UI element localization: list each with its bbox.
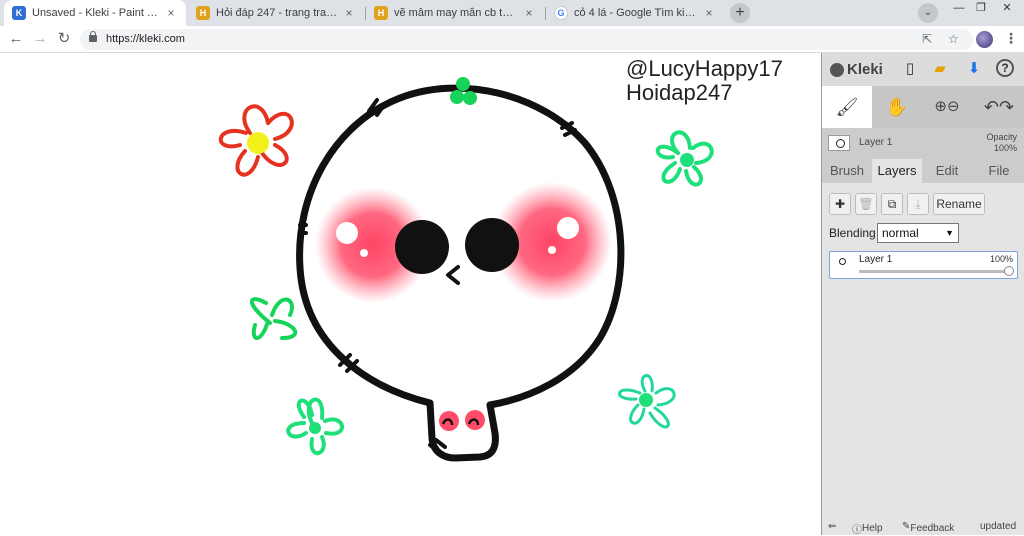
- layers-pane: ✚ 🗑 ⧉ ⤓ Rename Blending normal ▼ Layer 1…: [822, 183, 1024, 535]
- bookmark-star-icon[interactable]: ☆: [948, 32, 959, 46]
- hand-tool-icon[interactable]: ✋: [872, 86, 922, 128]
- layer-list-item[interactable]: Layer 1 100%: [829, 251, 1018, 279]
- tab-ve-mam[interactable]: H vẽ mâm may mắn cb thi ks toán ×: [366, 0, 544, 26]
- tab-brush[interactable]: Brush: [822, 159, 872, 183]
- zoom-icon[interactable]: ⊕⊖: [922, 86, 972, 128]
- opacity-readout: Opacity 100%: [986, 132, 1017, 154]
- collapse-panel-icon[interactable]: ⇐: [828, 521, 836, 532]
- blending-value: normal: [882, 226, 919, 240]
- current-layer-name: Layer 1: [859, 137, 893, 148]
- blending-label: Blending: [829, 226, 876, 240]
- lock-icon: [89, 31, 97, 42]
- kleki-icon: K: [12, 6, 26, 20]
- tab-edit[interactable]: Edit: [922, 159, 972, 183]
- rename-layer-button[interactable]: Rename: [933, 193, 985, 215]
- right-eye: [465, 218, 519, 272]
- tab-hoidap247[interactable]: H Hỏi đáp 247 - trang tra loi ×: [188, 0, 364, 26]
- cheek-highlight: [557, 217, 579, 239]
- help-label: Help: [862, 523, 883, 534]
- cheek-highlight: [548, 246, 556, 254]
- tab-title: vẽ mâm may mắn cb thi ks toán: [394, 7, 518, 19]
- profile-avatar[interactable]: [976, 31, 993, 48]
- watermark-line: Hoidap247: [626, 80, 733, 105]
- share-icon[interactable]: ⇱: [922, 32, 932, 46]
- browser-tab-strip: K Unsaved - Kleki - Paint Tool × H Hỏi đ…: [0, 0, 1024, 26]
- drawing-canvas[interactable]: @LucyHappy17 Hoidap247: [0, 53, 821, 535]
- layer-opacity-slider[interactable]: [859, 266, 1014, 276]
- red-flower-center: [247, 132, 269, 154]
- updated-label: updated: [980, 521, 1017, 532]
- tab-title: cỏ 4 lá - Google Tìm kiếm: [574, 7, 698, 19]
- feedback-label: Feedback: [910, 523, 955, 534]
- open-folder-icon[interactable]: ▰: [930, 59, 950, 79]
- layer-thumbnail: [834, 256, 850, 268]
- tab-file[interactable]: File: [974, 159, 1024, 183]
- duplicate-layer-button[interactable]: ⧉: [881, 193, 903, 215]
- close-window-button[interactable]: ✕: [996, 0, 1018, 18]
- tab-google[interactable]: G cỏ 4 lá - Google Tìm kiếm ×: [546, 0, 724, 26]
- tool-row: 🖌 ✋ ⊕⊖ ↶↷: [822, 86, 1024, 128]
- delete-layer-button[interactable]: 🗑: [855, 193, 877, 215]
- neck-outline: [426, 399, 499, 462]
- merge-layer-button[interactable]: ⤓: [907, 193, 929, 215]
- blending-select[interactable]: normal ▼: [877, 223, 959, 243]
- layer-opacity: 100%: [989, 254, 1013, 264]
- left-eye: [395, 220, 449, 274]
- cheek-highlight: [336, 222, 358, 244]
- tab-kleki[interactable]: K Unsaved - Kleki - Paint Tool ×: [4, 0, 186, 26]
- back-arrow-icon[interactable]: ←: [6, 29, 26, 49]
- cheek-highlight: [360, 249, 368, 257]
- opacity-label: Opacity: [986, 132, 1017, 142]
- address-bar[interactable]: https://kleki.com ⇱ ☆: [80, 29, 973, 50]
- kleki-side-panel: Kleki ▯ ▰ ⬇ ? 🖌 ✋ ⊕⊖ ↶↷ Layer 1 Opacity …: [821, 53, 1024, 536]
- opacity-value: 100%: [993, 143, 1017, 153]
- green-leaf: [249, 297, 298, 340]
- chevron-down-icon: ▼: [945, 228, 954, 238]
- undo-redo-icon[interactable]: ↶↷: [974, 86, 1024, 128]
- browser-menu-icon[interactable]: ⋮: [1004, 30, 1018, 47]
- download-icon[interactable]: ⬇: [964, 59, 984, 79]
- browser-toolbar: ← → ↻ https://kleki.com ⇱ ☆ ⋮: [0, 26, 1024, 53]
- tab-title: Hỏi đáp 247 - trang tra loi: [216, 7, 338, 19]
- tab-close-icon[interactable]: ×: [522, 6, 536, 20]
- panel-header: Kleki ▯ ▰ ⬇ ?: [822, 53, 1024, 86]
- forward-arrow-icon[interactable]: →: [30, 29, 50, 49]
- layer-name: Layer 1: [859, 254, 893, 265]
- hoidap247-icon: H: [196, 6, 210, 20]
- artwork: [218, 77, 714, 462]
- tab-layers[interactable]: Layers: [872, 159, 922, 183]
- slider-handle[interactable]: [1004, 266, 1014, 276]
- kleki-logo: Kleki: [830, 61, 883, 78]
- tab-close-icon[interactable]: ×: [164, 6, 178, 20]
- watermark-line: @LucyHappy17: [626, 56, 783, 81]
- url-text[interactable]: https://kleki.com: [106, 33, 185, 45]
- new-image-icon[interactable]: ▯: [900, 59, 920, 79]
- tab-close-icon[interactable]: ×: [702, 6, 716, 20]
- layer-thumbnail: [828, 135, 850, 151]
- new-tab-button[interactable]: +: [730, 3, 750, 23]
- green-flower-center: [309, 422, 321, 434]
- tab-title: Unsaved - Kleki - Paint Tool: [32, 7, 160, 19]
- green-flower-center: [639, 393, 653, 407]
- help-link[interactable]: ⓘ Help: [852, 521, 883, 536]
- google-icon: G: [554, 6, 568, 20]
- help-icon[interactable]: ?: [996, 59, 1014, 77]
- restore-button[interactable]: ❐: [970, 0, 992, 18]
- tab-search-icon[interactable]: ⌄: [918, 3, 938, 23]
- reload-icon[interactable]: ↻: [54, 29, 74, 49]
- green-flower-center: [680, 153, 694, 167]
- panel-tabs: Brush Layers Edit File: [822, 159, 1024, 183]
- minimize-button[interactable]: —: [948, 0, 970, 18]
- logo-text: Kleki: [847, 61, 883, 78]
- current-layer-info: Layer 1 Opacity 100%: [822, 129, 1024, 159]
- feedback-link[interactable]: ✎ Feedback: [902, 521, 954, 534]
- brush-tool-icon[interactable]: 🖌: [822, 86, 872, 128]
- mouth: [446, 265, 460, 285]
- kleki-logo-icon: [830, 62, 844, 77]
- hoidap247-icon: H: [374, 6, 388, 20]
- tab-close-icon[interactable]: ×: [342, 6, 356, 20]
- add-layer-button[interactable]: ✚: [829, 193, 851, 215]
- panel-footer: ⇐ ⓘ Help ✎ Feedback updated: [822, 519, 1024, 536]
